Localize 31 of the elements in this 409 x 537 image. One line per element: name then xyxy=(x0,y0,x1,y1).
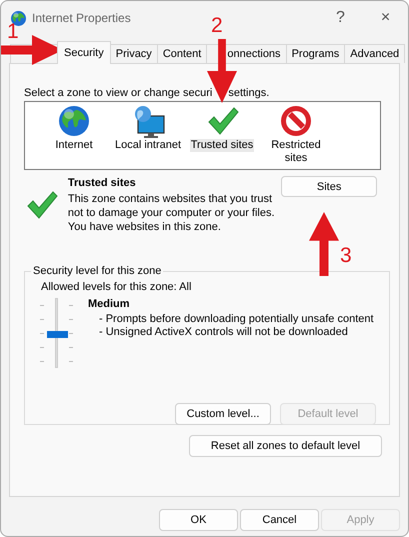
annotation-number: 3 xyxy=(340,245,352,266)
globe-icon xyxy=(57,104,91,138)
reset-zones-button[interactable]: Reset all zones to default level xyxy=(189,435,382,457)
level-name: Medium xyxy=(88,298,131,311)
zone-item[interactable]: Local intranet xyxy=(114,139,182,152)
zone-item[interactable]: Trusted sites xyxy=(190,139,254,152)
allowed-levels-text: Allowed levels for this zone: All xyxy=(41,281,192,293)
dialog-button[interactable]: OK xyxy=(159,509,238,531)
level-detail: - Unsigned ActiveX controls will not be downloaded xyxy=(98,326,349,339)
help-button[interactable]: ? xyxy=(318,9,363,27)
instruction-text: settings. xyxy=(228,87,270,99)
group-label: Security level for this zone xyxy=(32,265,162,277)
blocked-icon xyxy=(279,104,313,138)
annotation-arrow xyxy=(309,212,339,276)
annotation-number: 1 xyxy=(7,21,19,42)
zone-title: Trusted sites xyxy=(68,176,137,190)
level-button[interactable]: Custom level... xyxy=(175,403,271,425)
annotation-number: 2 xyxy=(211,15,223,36)
level-detail: - Prompts before downloading potentially unsafe content xyxy=(98,313,375,326)
zone-item[interactable]: Internet xyxy=(54,139,94,152)
instruction-text: Select a zone to view or change securi xyxy=(24,87,212,99)
tab[interactable]: Advanced xyxy=(344,44,406,63)
zone-description: This zone contains websites that you trust not to damage your computer or your files. xyxy=(68,192,276,220)
tab[interactable]: Security xyxy=(57,41,111,64)
security-slider[interactable] xyxy=(40,298,74,370)
dialog-button[interactable]: Cancel xyxy=(240,509,319,531)
close-button[interactable]: × xyxy=(363,9,408,27)
window-title: Internet Properties xyxy=(32,11,131,25)
zone-description: You have websites in this zone. xyxy=(68,220,222,234)
zone-item[interactable]: Restricted sites xyxy=(265,139,327,165)
sites-button[interactable]: Sites xyxy=(281,176,377,197)
